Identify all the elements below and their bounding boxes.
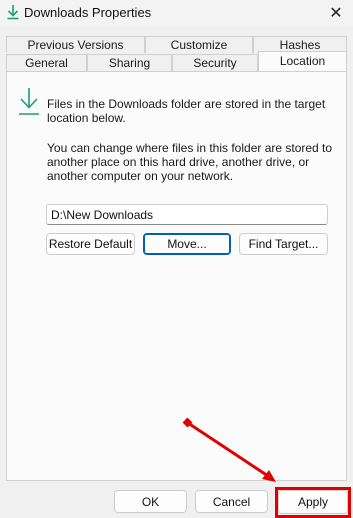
window-title: Downloads Properties: [24, 5, 152, 20]
tab-customize[interactable]: Customize: [145, 36, 253, 53]
tab-sharing[interactable]: Sharing: [87, 54, 172, 71]
tab-security[interactable]: Security: [172, 54, 258, 71]
download-folder-icon: [19, 88, 39, 115]
close-button[interactable]: ✕: [319, 0, 353, 26]
cancel-button[interactable]: Cancel: [195, 490, 268, 513]
download-icon: [7, 5, 19, 20]
tab-previous-versions[interactable]: Previous Versions: [6, 36, 145, 53]
tab-location[interactable]: Location: [258, 51, 347, 71]
location-panel: [6, 71, 347, 481]
location-path-input[interactable]: [46, 204, 328, 225]
title-bar: Downloads Properties ✕: [0, 0, 353, 26]
move-button[interactable]: Move...: [143, 233, 231, 255]
location-info-text: Files in the Downloads folder are stored…: [47, 97, 326, 125]
close-icon: ✕: [329, 5, 343, 22]
tab-strip: Previous Versions Customize Hashes Gener…: [0, 36, 353, 74]
ok-button[interactable]: OK: [114, 490, 187, 513]
apply-highlight-box: [275, 487, 351, 518]
find-target-button[interactable]: Find Target...: [239, 233, 328, 255]
tab-general[interactable]: General: [6, 54, 87, 71]
restore-default-button[interactable]: Restore Default: [46, 233, 135, 255]
location-description: You can change where files in this folde…: [47, 141, 333, 183]
